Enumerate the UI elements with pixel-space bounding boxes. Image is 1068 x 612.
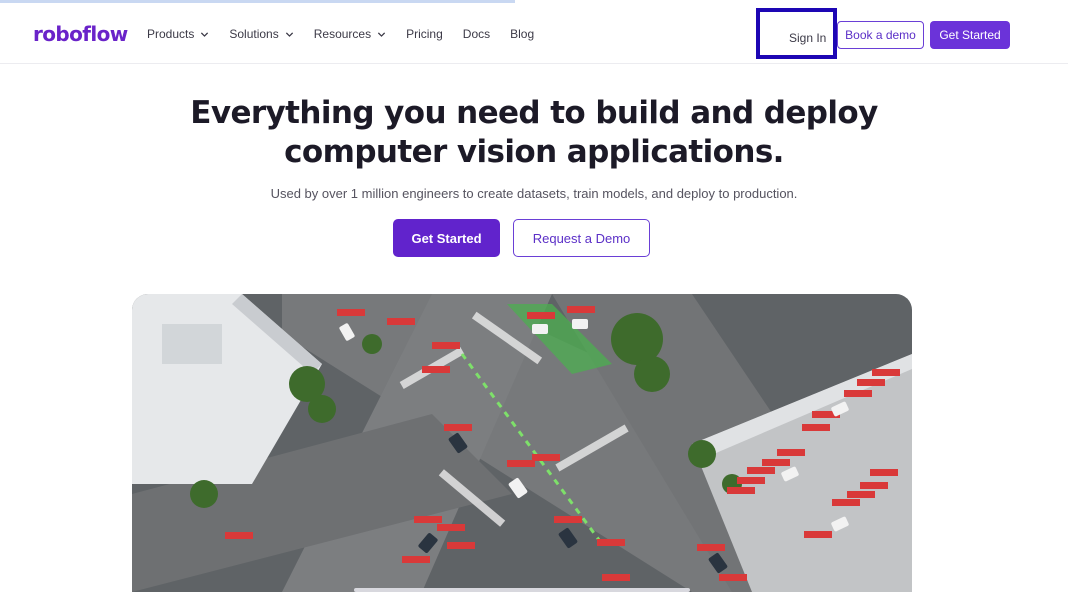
nav-docs-label: Docs	[462, 27, 491, 41]
chevron-down-icon	[201, 31, 209, 37]
nav-pricing[interactable]: Pricing	[406, 27, 443, 41]
nav-docs[interactable]: Docs	[463, 27, 490, 41]
nav-pricing-label: Pricing	[406, 27, 443, 41]
nav-solutions-label: Solutions	[229, 27, 279, 41]
hero-title-line-2: computer vision applications.	[284, 134, 784, 170]
hero-title-line-1: Everything you need to build and deploy	[190, 95, 878, 131]
roboflow-logo[interactable]: roboflow	[33, 22, 128, 46]
hero-get-started-button[interactable]: Get Started	[393, 219, 500, 257]
sign-in-label: Sign In	[789, 31, 827, 45]
chevron-down-icon	[377, 31, 386, 37]
nav-blog[interactable]: Blog	[510, 27, 534, 41]
hero-title: Everything you need to build and deploy …	[0, 94, 1068, 172]
chevron-down-icon	[285, 31, 293, 37]
aerial-intersection-image	[132, 294, 912, 592]
header-get-started-button[interactable]: Get Started	[930, 21, 1010, 49]
hero-demo-video[interactable]	[132, 294, 912, 592]
sign-in-link[interactable]: Sign In	[756, 8, 837, 59]
nav-resources[interactable]: Resources	[314, 27, 386, 41]
nav-blog-label: Blog	[510, 27, 535, 41]
nav-solutions[interactable]: Solutions	[229, 27, 293, 41]
hero-subtitle: Used by over 1 million engineers to crea…	[270, 186, 798, 201]
book-demo-button[interactable]: Book a demo	[837, 21, 924, 49]
nav-resources-label: Resources	[313, 27, 372, 41]
main-nav: Products Solutions Resources Pricing Doc…	[147, 27, 554, 41]
video-progress-bar[interactable]	[354, 588, 690, 592]
top-navbar: roboflow Products Solutions Resources Pr…	[0, 0, 1068, 64]
nav-products-label: Products	[147, 27, 195, 41]
request-demo-button[interactable]: Request a Demo	[513, 219, 650, 257]
nav-products[interactable]: Products	[147, 27, 209, 41]
